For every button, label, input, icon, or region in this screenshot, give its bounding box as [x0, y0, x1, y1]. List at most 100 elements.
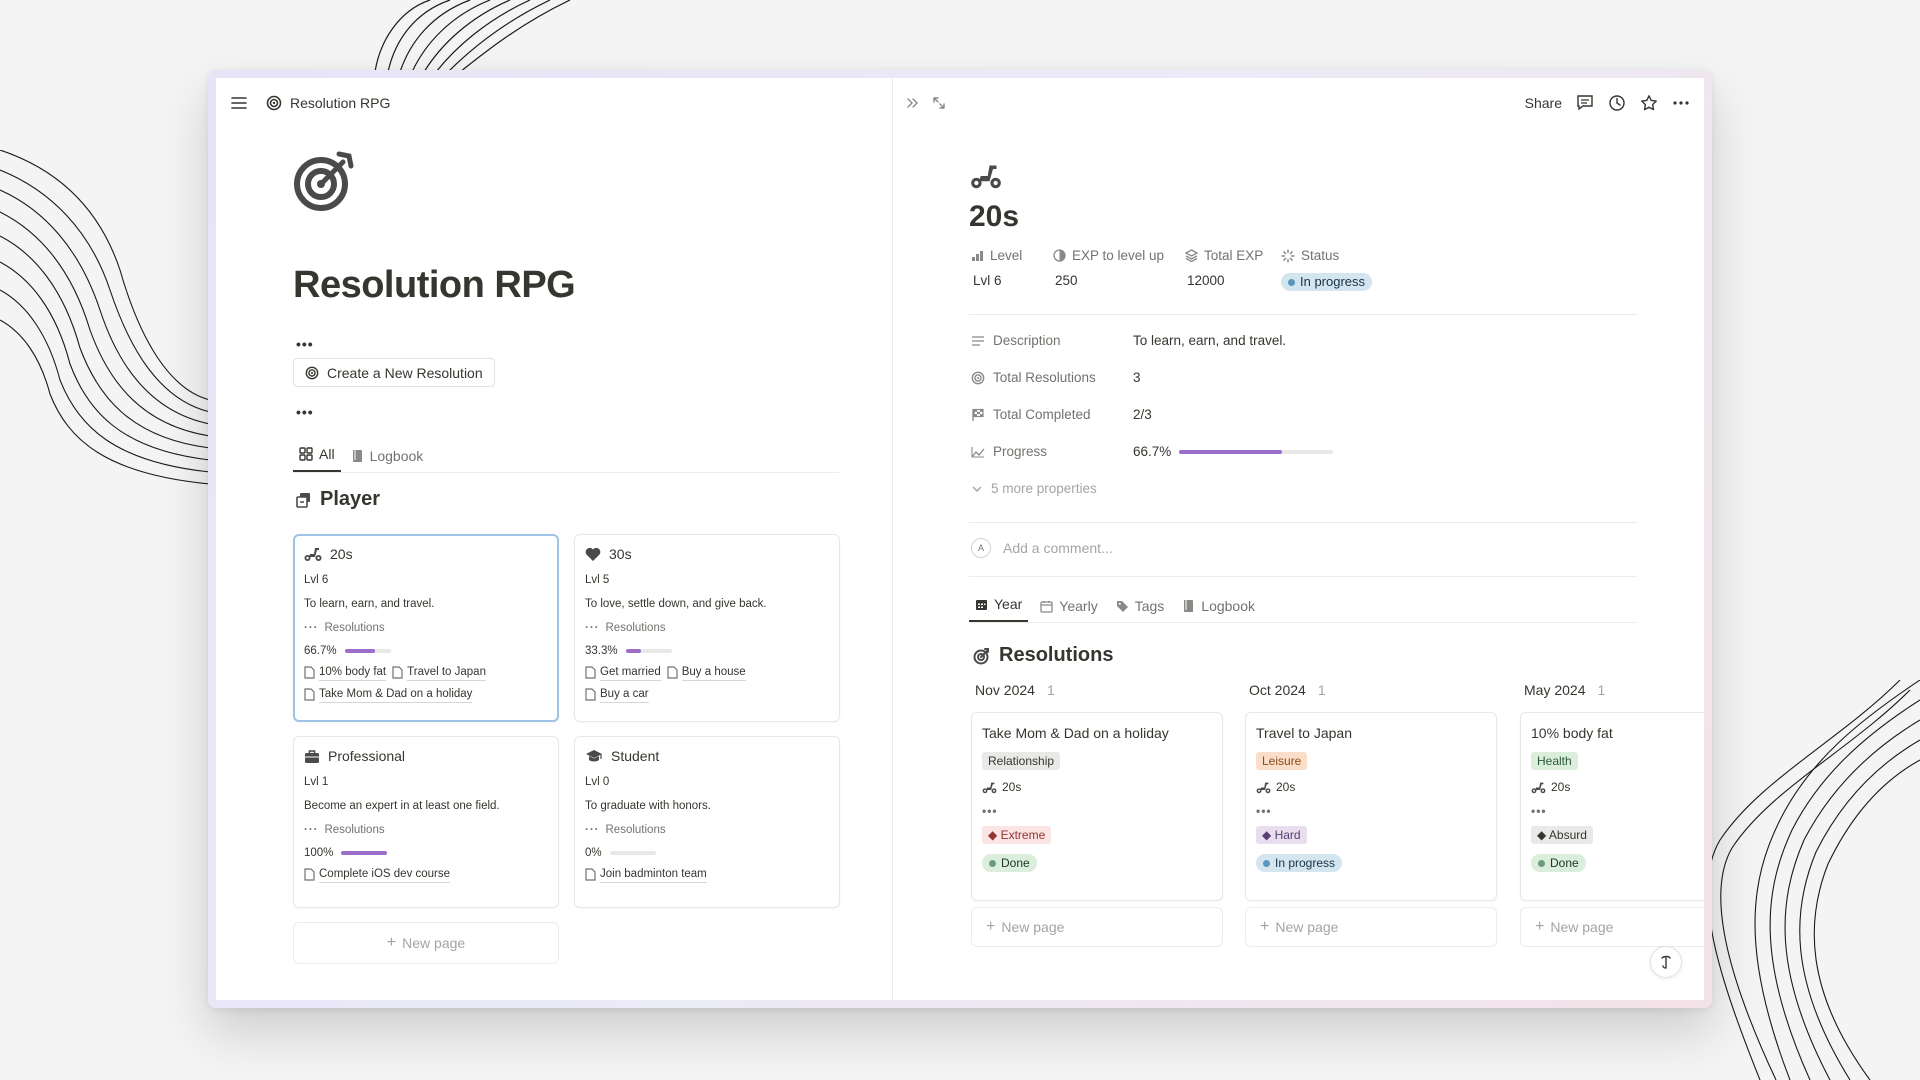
tab-logbook[interactable]: Logbook: [345, 442, 430, 472]
prop-description[interactable]: Description To learn, earn, and travel.: [971, 322, 1333, 359]
prop-status-header[interactable]: Status: [1281, 248, 1391, 263]
comment-row[interactable]: A Add a comment...: [971, 538, 1113, 558]
more-icon[interactable]: [1672, 94, 1690, 112]
menu-icon[interactable]: [230, 94, 248, 112]
relation-link[interactable]: Complete iOS dev course: [304, 866, 451, 883]
column-header-label: Nov 2024: [975, 682, 1035, 698]
player-card-student[interactable]: Student Lvl 0 To graduate with honors. ·…: [574, 736, 840, 908]
graduation-cap-icon: [585, 749, 603, 764]
card-level: Lvl 0: [585, 776, 610, 788]
create-resolution-button[interactable]: Create a New Resolution: [293, 358, 495, 387]
card-difficulty-row: ◆ Extreme: [982, 826, 1212, 844]
card-level: Lvl 1: [304, 776, 329, 788]
card-relation-row: 20s: [982, 780, 1212, 794]
share-button[interactable]: Share: [1525, 95, 1562, 111]
resolutions-section-header: Resolutions: [973, 644, 1113, 667]
new-page-button[interactable]: + New page: [1520, 907, 1704, 947]
expand-icon[interactable]: [931, 95, 947, 111]
comment-icon[interactable]: [1576, 94, 1594, 112]
tab-yearly[interactable]: Yearly: [1034, 592, 1103, 622]
column-header[interactable]: May 2024 1: [1520, 680, 1704, 700]
relation-link[interactable]: 10% body fat: [304, 664, 387, 681]
prop-level-value[interactable]: Lvl 6: [971, 273, 1053, 291]
relation-link[interactable]: Buy a car: [585, 686, 649, 703]
comment-input[interactable]: Add a comment...: [1003, 540, 1113, 556]
prop-total-exp-header[interactable]: Total EXP: [1185, 248, 1281, 263]
clock-icon[interactable]: [1608, 94, 1626, 112]
tab-all[interactable]: All: [293, 440, 341, 472]
relation-text: Complete iOS dev course: [319, 866, 451, 883]
column-header[interactable]: Nov 2024 1: [971, 680, 1223, 700]
divider-line: [969, 576, 1637, 577]
close-peek-icon[interactable]: [905, 95, 921, 111]
card-prop-label: Resolutions: [605, 824, 666, 836]
new-page-label: New page: [1275, 919, 1339, 935]
more-properties-toggle[interactable]: 5 more properties: [971, 470, 1333, 507]
card-prop-label: Resolutions: [324, 824, 385, 836]
status-badge-text: In progress: [1275, 856, 1336, 870]
prop-value: To learn, earn, and travel.: [1133, 333, 1287, 348]
new-page-button[interactable]: + New page: [1245, 907, 1497, 947]
card-progress-bar: [344, 649, 391, 653]
difficulty-text: Extreme: [1000, 828, 1046, 842]
help-button[interactable]: [1650, 946, 1682, 978]
bar-chart-icon: [971, 250, 984, 262]
prop-level-header[interactable]: Level: [971, 248, 1053, 263]
detail-page-title[interactable]: 20s: [969, 200, 1019, 234]
relation-link[interactable]: Buy a house: [667, 664, 746, 681]
card-progress-fill: [341, 851, 388, 855]
left-pane: Resolution RPG Resolution RPG ••• Create…: [216, 78, 892, 1000]
star-icon[interactable]: [1640, 94, 1658, 112]
new-page-button[interactable]: + New page: [293, 922, 559, 964]
player-card-professional[interactable]: Professional Lvl 1 Become an expert in a…: [293, 736, 559, 908]
breadcrumb-title[interactable]: Resolution RPG: [290, 95, 390, 111]
relation-text: Travel to Japan: [407, 664, 486, 681]
board-card[interactable]: 10% body fat Health 20s ••• ◆ Absurd Don…: [1520, 712, 1704, 901]
board-card[interactable]: Travel to Japan Leisure 20s ••• ◆ Hard I…: [1245, 712, 1497, 901]
grid-icon: [299, 447, 313, 461]
relation-link[interactable]: Take Mom & Dad on a holiday: [304, 686, 473, 703]
card-title: 10% body fat: [1531, 725, 1613, 741]
prop-total-exp-value[interactable]: 12000: [1185, 273, 1281, 291]
card-progress-bar: [625, 649, 672, 653]
column-header[interactable]: Oct 2024 1: [1245, 680, 1497, 700]
prop-exp-header[interactable]: EXP to level up: [1053, 248, 1185, 263]
player-card-30s[interactable]: 30s Lvl 5 To love, settle down, and give…: [574, 534, 840, 722]
player-card-20s[interactable]: 20s Lvl 6 To learn, earn, and travel. ··…: [293, 534, 559, 722]
help-icon: [1658, 954, 1674, 970]
tab-logbook[interactable]: Logbook: [1176, 592, 1261, 622]
scooter-icon: [982, 781, 997, 794]
prop-status-label: Status: [1301, 248, 1340, 263]
column-header-label: Oct 2024: [1249, 682, 1306, 698]
new-page-button[interactable]: + New page: [971, 907, 1223, 947]
card-progress: 100%: [304, 846, 548, 860]
prop-total-resolutions[interactable]: Total Resolutions 3: [971, 359, 1333, 396]
briefcase-icon: [304, 749, 320, 764]
prop-exp-value[interactable]: 250: [1053, 273, 1185, 291]
tab-year[interactable]: Year: [969, 590, 1029, 622]
prop-total-completed[interactable]: Total Completed 2/3: [971, 396, 1333, 433]
prop-status-value[interactable]: In progress: [1281, 273, 1391, 291]
chevron-down-icon: [971, 483, 983, 495]
half-circle-icon: [1053, 249, 1066, 262]
tab-tags[interactable]: Tags: [1110, 592, 1171, 622]
relation-link[interactable]: Join badminton team: [585, 866, 707, 883]
status-badge: Done: [982, 854, 1037, 872]
relation-link[interactable]: Travel to Japan: [392, 664, 486, 681]
page-actions: Share: [1525, 88, 1690, 118]
collapsed-block-dots[interactable]: •••: [296, 336, 314, 352]
relation-link[interactable]: Get married: [585, 664, 661, 681]
resolutions-section-title: Resolutions: [999, 644, 1114, 666]
collapsed-block-dots[interactable]: •••: [296, 404, 314, 420]
prop-progress[interactable]: Progress 66.7%: [971, 433, 1334, 470]
card-relation: 20s: [1276, 780, 1296, 794]
dots-icon: ···: [304, 622, 319, 634]
scooter-icon: [1256, 781, 1271, 794]
card-progress-bar: [341, 851, 388, 855]
avatar: A: [971, 538, 991, 558]
board-card[interactable]: Take Mom & Dad on a holiday Relationship…: [971, 712, 1223, 901]
new-page-label: New page: [402, 935, 466, 951]
status-badge: Done: [1531, 854, 1586, 872]
app-window: Resolution RPG Resolution RPG ••• Create…: [216, 78, 1704, 1000]
card-progress-fill: [625, 649, 641, 653]
